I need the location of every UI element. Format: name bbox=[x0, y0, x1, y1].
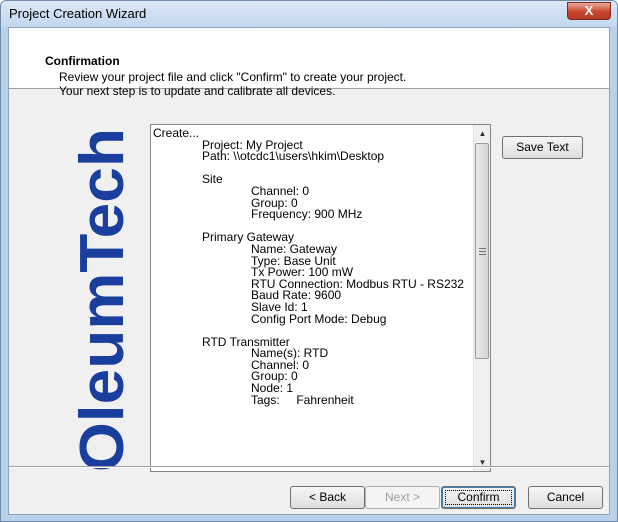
header-instruction-2: Your next step is to update and calibrat… bbox=[59, 84, 336, 98]
confirm-button[interactable]: Confirm bbox=[441, 486, 516, 509]
summary-line: Site bbox=[202, 172, 223, 187]
oleumtech-logo: OleumTech bbox=[68, 128, 136, 472]
summary-line: Baud Rate: 9600 bbox=[251, 288, 342, 303]
summary-text: Create... Project: My Project Path: \\otcd… bbox=[153, 126, 473, 407]
summary-line: Frequency: 900 MHz bbox=[251, 207, 363, 222]
header-instruction-1: Review your project file and click "Conf… bbox=[59, 70, 407, 84]
summary-line: Name(s): RTD bbox=[251, 346, 329, 361]
save-text-button[interactable]: Save Text bbox=[502, 136, 583, 159]
oleumtech-logo-text: OleumTech bbox=[68, 128, 136, 472]
summary-line bbox=[153, 325, 473, 337]
summary-line: Channel: 0 bbox=[251, 183, 310, 198]
summary-textbox[interactable]: Create... Project: My Project Path: \\otcd… bbox=[150, 124, 491, 472]
scroll-up-arrow-icon[interactable]: ▲ bbox=[474, 125, 490, 142]
summary-line: Create... bbox=[153, 126, 200, 140]
title-bar[interactable]: Project Creation Wizard X bbox=[1, 1, 617, 27]
back-button[interactable]: < Back bbox=[290, 486, 365, 509]
summary-scrollbar[interactable]: ▲ ▼ bbox=[473, 125, 490, 471]
scroll-down-arrow-icon[interactable]: ▼ bbox=[474, 454, 490, 471]
page-title: Confirmation bbox=[45, 54, 120, 68]
wizard-header: Confirmation Review your project file an… bbox=[9, 28, 609, 98]
wizard-client-area: Confirmation Review your project file an… bbox=[8, 27, 610, 515]
scroll-thumb[interactable] bbox=[475, 143, 489, 359]
summary-line: Channel: 0 bbox=[251, 357, 310, 372]
next-button[interactable]: Next > bbox=[365, 486, 440, 509]
window-title: Project Creation Wizard bbox=[9, 6, 147, 21]
cancel-button[interactable]: Cancel bbox=[528, 486, 603, 509]
summary-line bbox=[153, 221, 473, 233]
summary-line: Path: \\otcdc1\users\hkim\Desktop bbox=[202, 149, 385, 164]
wizard-window: Project Creation Wizard X Confirmation R… bbox=[0, 0, 618, 522]
close-button[interactable]: X bbox=[567, 2, 611, 20]
summary-line bbox=[153, 163, 473, 175]
summary-line: Group: 0 bbox=[251, 369, 298, 384]
summary-line: Config Port Mode: Debug bbox=[251, 311, 387, 326]
close-icon: X bbox=[584, 3, 594, 18]
summary-line: Tags: Fahrenheit bbox=[251, 392, 354, 407]
